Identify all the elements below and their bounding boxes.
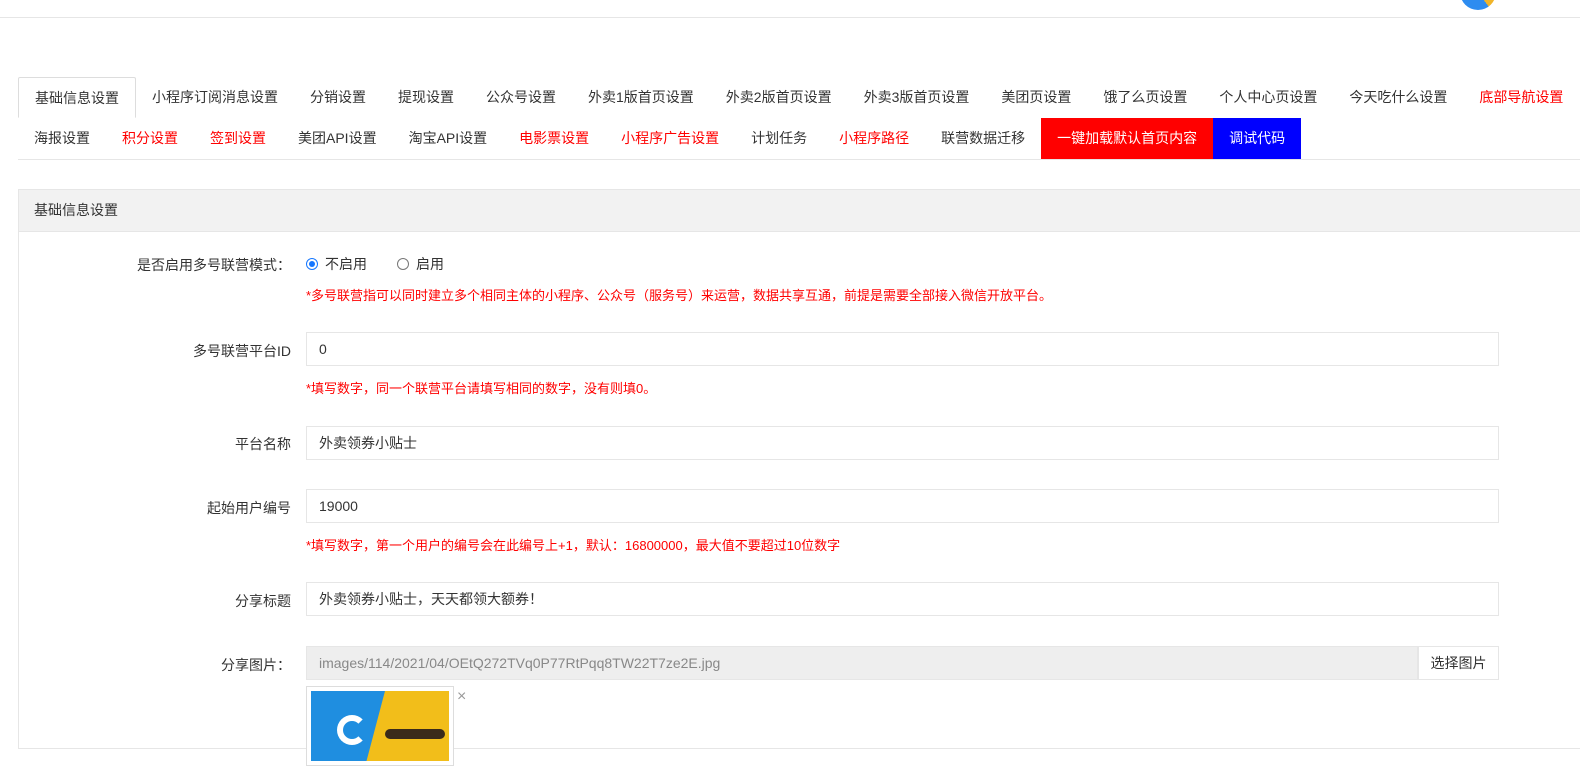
top-bar xyxy=(0,0,1580,18)
tab-row2-1[interactable]: 积分设置 xyxy=(106,118,194,159)
remove-image-icon[interactable]: × xyxy=(457,688,466,706)
start-user-no-label: 起始用户编号 xyxy=(207,500,291,516)
multi-mode-hint: *多号联营指可以同时建立多个相同主体的小程序、公众号（服务号）来运营，数据共享互… xyxy=(306,288,1053,303)
tab-row1-6[interactable]: 外卖2版首页设置 xyxy=(710,77,848,118)
platform-id-label: 多号联营平台ID xyxy=(193,343,291,359)
tab-row2-3[interactable]: 美团API设置 xyxy=(282,118,393,159)
share-image-label: 分享图片： xyxy=(221,657,291,673)
tab-row1-10[interactable]: 个人中心页设置 xyxy=(1203,77,1333,118)
tab-row1-12[interactable]: 底部导航设置 xyxy=(1463,77,1579,118)
tab-row2-9[interactable]: 联营数据迁移 xyxy=(925,118,1041,159)
share-title-input[interactable]: 外卖领券小贴士，天天都领大额券！ xyxy=(306,582,1499,616)
tab-row1-4[interactable]: 公众号设置 xyxy=(470,77,572,118)
tab-row1-2[interactable]: 分销设置 xyxy=(294,77,382,118)
radio-enable-label: 启用 xyxy=(416,256,444,272)
tab-row-2: 海报设置 积分设置 签到设置 美团API设置 淘宝API设置 电影票设置 小程序广告设置 计划… xyxy=(18,118,1302,159)
user-avatar[interactable] xyxy=(1460,0,1496,10)
tab-row2-5[interactable]: 电影票设置 xyxy=(503,118,605,159)
tab-row-1: 基础信息设置 小程序订阅消息设置 分销设置 提现设置 公众号设置 外卖1版首页设置 外卖2版… xyxy=(18,77,1579,118)
share-image-preview xyxy=(306,686,454,766)
thumbnail-logo-icon xyxy=(337,715,367,745)
tab-row1-8[interactable]: 美团页设置 xyxy=(985,77,1087,118)
tab-row2-6[interactable]: 小程序广告设置 xyxy=(605,118,735,159)
choose-image-button[interactable]: 选择图片 xyxy=(1418,646,1499,680)
platform-id-input[interactable]: 0 xyxy=(306,332,1499,366)
share-title-label: 分享标题 xyxy=(235,593,291,609)
tab-row1-5[interactable]: 外卖1版首页设置 xyxy=(572,77,710,118)
settings-panel: 基础信息设置 是否启用多号联营模式： 不启用 启用 *多号联营指可以同时建立多个… xyxy=(18,189,1580,766)
tab-row1-0[interactable]: 基础信息设置 xyxy=(18,77,136,118)
multi-mode-label: 是否启用多号联营模式： xyxy=(137,257,291,273)
tab-row2-4[interactable]: 淘宝API设置 xyxy=(393,118,504,159)
panel-title: 基础信息设置 xyxy=(19,190,1580,232)
tab-row2-7[interactable]: 计划任务 xyxy=(735,118,823,159)
tab-row1-3[interactable]: 提现设置 xyxy=(382,77,470,118)
platform-id-hint: *填写数字，同一个联营平台请填写相同的数字，没有则填0。 xyxy=(306,381,657,396)
tab-row1-7[interactable]: 外卖3版首页设置 xyxy=(848,77,986,118)
tab-divider xyxy=(18,159,1580,160)
tab-row2-10[interactable]: 一键加载默认首页内容 xyxy=(1041,118,1214,159)
radio-checked-icon xyxy=(306,258,318,270)
tab-row1-9[interactable]: 饿了么页设置 xyxy=(1087,77,1203,118)
platform-name-label: 平台名称 xyxy=(235,436,291,452)
tab-row2-11[interactable]: 调试代码 xyxy=(1213,118,1302,159)
settings-tabs: 基础信息设置 小程序订阅消息设置 分销设置 提现设置 公众号设置 外卖1版首页设置 外卖2版… xyxy=(18,77,1580,160)
radio-disable-label: 不启用 xyxy=(325,256,367,272)
radio-enable[interactable]: 启用 xyxy=(397,254,444,274)
share-image-path-input[interactable]: images/114/2021/04/OEtQ272TVq0P77RtPqq8T… xyxy=(306,646,1418,680)
tab-row1-11[interactable]: 今天吃什么设置 xyxy=(1333,77,1463,118)
start-user-no-input[interactable]: 19000 xyxy=(306,489,1499,523)
multi-mode-radio-group: 不启用 启用 xyxy=(306,254,474,274)
tab-row1-1[interactable]: 小程序订阅消息设置 xyxy=(136,77,294,118)
tab-row2-0[interactable]: 海报设置 xyxy=(18,118,106,159)
start-user-no-hint: *填写数字，第一个用户的编号会在此编号上+1，默认：16800000，最大值不要… xyxy=(306,538,841,553)
tab-row2-2[interactable]: 签到设置 xyxy=(194,118,282,159)
radio-unchecked-icon xyxy=(397,258,409,270)
thumbnail-dark-shape xyxy=(385,729,445,739)
radio-disable[interactable]: 不启用 xyxy=(306,254,367,274)
platform-name-input[interactable]: 外卖领券小贴士 xyxy=(306,426,1499,460)
tab-row2-8[interactable]: 小程序路径 xyxy=(823,118,925,159)
share-image-thumbnail xyxy=(311,691,449,761)
